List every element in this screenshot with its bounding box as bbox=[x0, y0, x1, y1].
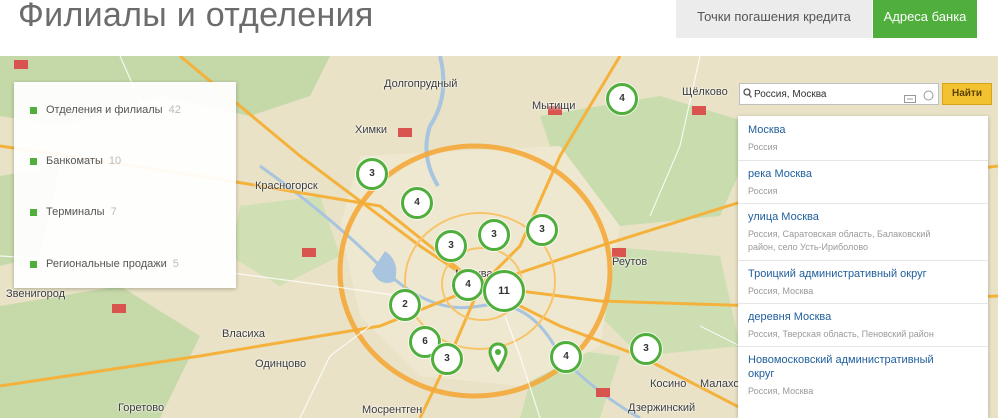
map-label-dolgoprudny: Долгопрудный bbox=[384, 78, 458, 90]
result-description: район, село Усть-Ириболово bbox=[748, 242, 869, 252]
location-pin-icon[interactable] bbox=[488, 342, 508, 372]
tab-bank-addresses[interactable]: Адреса банка bbox=[873, 0, 977, 38]
cluster-marker[interactable]: 3 bbox=[431, 343, 463, 375]
cluster-marker[interactable]: 4 bbox=[550, 341, 582, 373]
result-name: река Москва bbox=[748, 168, 813, 180]
search-icon bbox=[743, 87, 752, 98]
map-area[interactable]: Долгопрудный Мытищи Щёлково Химки Красно… bbox=[0, 56, 998, 418]
legend-item-atms[interactable]: Банкоматы 10 bbox=[30, 151, 121, 171]
legend-item-count: 7 bbox=[110, 206, 117, 218]
map-label-mosrentgen: Мосрентген bbox=[362, 404, 423, 416]
map-label-odintsovo: Одинцово bbox=[255, 358, 307, 370]
legend-item-terminals[interactable]: Терминалы 7 bbox=[30, 202, 117, 222]
search-result-item[interactable]: Троицкий административный округ Россия, … bbox=[738, 260, 988, 304]
result-name: деревня Москва bbox=[748, 311, 832, 323]
cluster-marker[interactable]: 11 bbox=[483, 270, 525, 312]
search-result-item[interactable]: Москва Россия bbox=[738, 116, 988, 161]
search-result-item[interactable]: деревня Москва Россия, Тверская область,… bbox=[738, 303, 988, 347]
map-label-reutov: Реутов bbox=[612, 256, 648, 268]
legend-bullet bbox=[30, 208, 37, 216]
legend-panel: Отделения и филиалы 42 Банкоматы 10 Термин… bbox=[14, 82, 236, 288]
map-label-shchelkovo: Щёлково bbox=[682, 86, 728, 98]
legend-bullet bbox=[30, 260, 37, 268]
result-name: Новомосковский административный bbox=[748, 354, 934, 366]
result-description: Россия bbox=[748, 186, 778, 196]
result-description: Россия bbox=[748, 142, 778, 152]
search-result-item[interactable]: улица Москва Россия, Саратовская область… bbox=[738, 203, 988, 261]
legend-item-branches[interactable]: Отделения и филиалы 42 bbox=[30, 100, 181, 120]
search-input[interactable] bbox=[754, 86, 904, 102]
page-header: Филиалы и отделения Точки погашения кред… bbox=[0, 0, 998, 56]
search-result-item[interactable]: Новомосковский административный округ Ро… bbox=[738, 346, 988, 418]
cluster-marker[interactable]: 4 bbox=[401, 187, 433, 219]
clear-icon[interactable] bbox=[923, 88, 934, 101]
legend-bullet bbox=[30, 157, 37, 165]
result-name: Троицкий административный округ bbox=[748, 268, 927, 280]
result-description: Россия, Москва bbox=[748, 386, 814, 396]
legend-item-label: Банкоматы bbox=[46, 155, 103, 167]
map-label-mytishchi: Мытищи bbox=[532, 100, 576, 112]
map-label-dzerzhinsky: Дзержинский bbox=[628, 402, 696, 414]
result-name: округ bbox=[748, 368, 775, 380]
legend-item-label: Терминалы bbox=[46, 206, 105, 218]
cluster-marker[interactable]: 3 bbox=[630, 333, 662, 365]
cluster-marker[interactable]: 3 bbox=[526, 214, 558, 246]
legend-item-count: 10 bbox=[108, 155, 122, 167]
map-label-krasnogorsk: Красногорск bbox=[255, 180, 318, 192]
cluster-marker[interactable]: 4 bbox=[452, 269, 484, 301]
search-results-panel: Москва Россия река Москва Россия улица М… bbox=[738, 116, 988, 418]
result-name: Москва bbox=[748, 124, 786, 136]
result-name: улица Москва bbox=[748, 211, 819, 223]
map-label-kosino: Косино bbox=[650, 378, 687, 390]
legend-item-label: Региональные продажи bbox=[46, 258, 167, 270]
map-label-khimki: Химки bbox=[355, 124, 388, 136]
map-label-goretovo: Горетово bbox=[118, 402, 165, 414]
legend-bullet bbox=[30, 106, 37, 114]
legend-item-regional-sales[interactable]: Региональные продажи 5 bbox=[30, 254, 179, 274]
tab-credit-repayment-points[interactable]: Точки погашения кредита bbox=[676, 0, 872, 38]
cluster-marker[interactable]: 3 bbox=[356, 158, 388, 190]
search-result-item[interactable]: река Москва Россия bbox=[738, 160, 988, 204]
cluster-marker[interactable]: 3 bbox=[435, 230, 467, 262]
result-description: Россия, Москва bbox=[748, 286, 814, 296]
legend-item-count: 42 bbox=[168, 104, 181, 116]
page-title: Филиалы и отделения bbox=[18, 0, 374, 34]
result-description: Россия, Саратовская область, Балаковский bbox=[748, 229, 931, 239]
cluster-marker[interactable]: 3 bbox=[478, 219, 510, 251]
cluster-marker[interactable]: 2 bbox=[389, 289, 421, 321]
map-label-vlasikha: Власиха bbox=[222, 328, 266, 340]
result-description: Россия, Тверская область, Пеновский райо… bbox=[748, 329, 934, 339]
map-label-zvenigorod: Звенигород bbox=[6, 288, 66, 300]
legend-item-count: 5 bbox=[172, 258, 179, 270]
cluster-marker[interactable]: 4 bbox=[606, 83, 638, 115]
legend-item-label: Отделения и филиалы bbox=[46, 104, 163, 116]
search-button[interactable]: Найти bbox=[942, 83, 992, 105]
keyboard-icon[interactable] bbox=[904, 90, 916, 103]
search-box bbox=[739, 83, 939, 105]
